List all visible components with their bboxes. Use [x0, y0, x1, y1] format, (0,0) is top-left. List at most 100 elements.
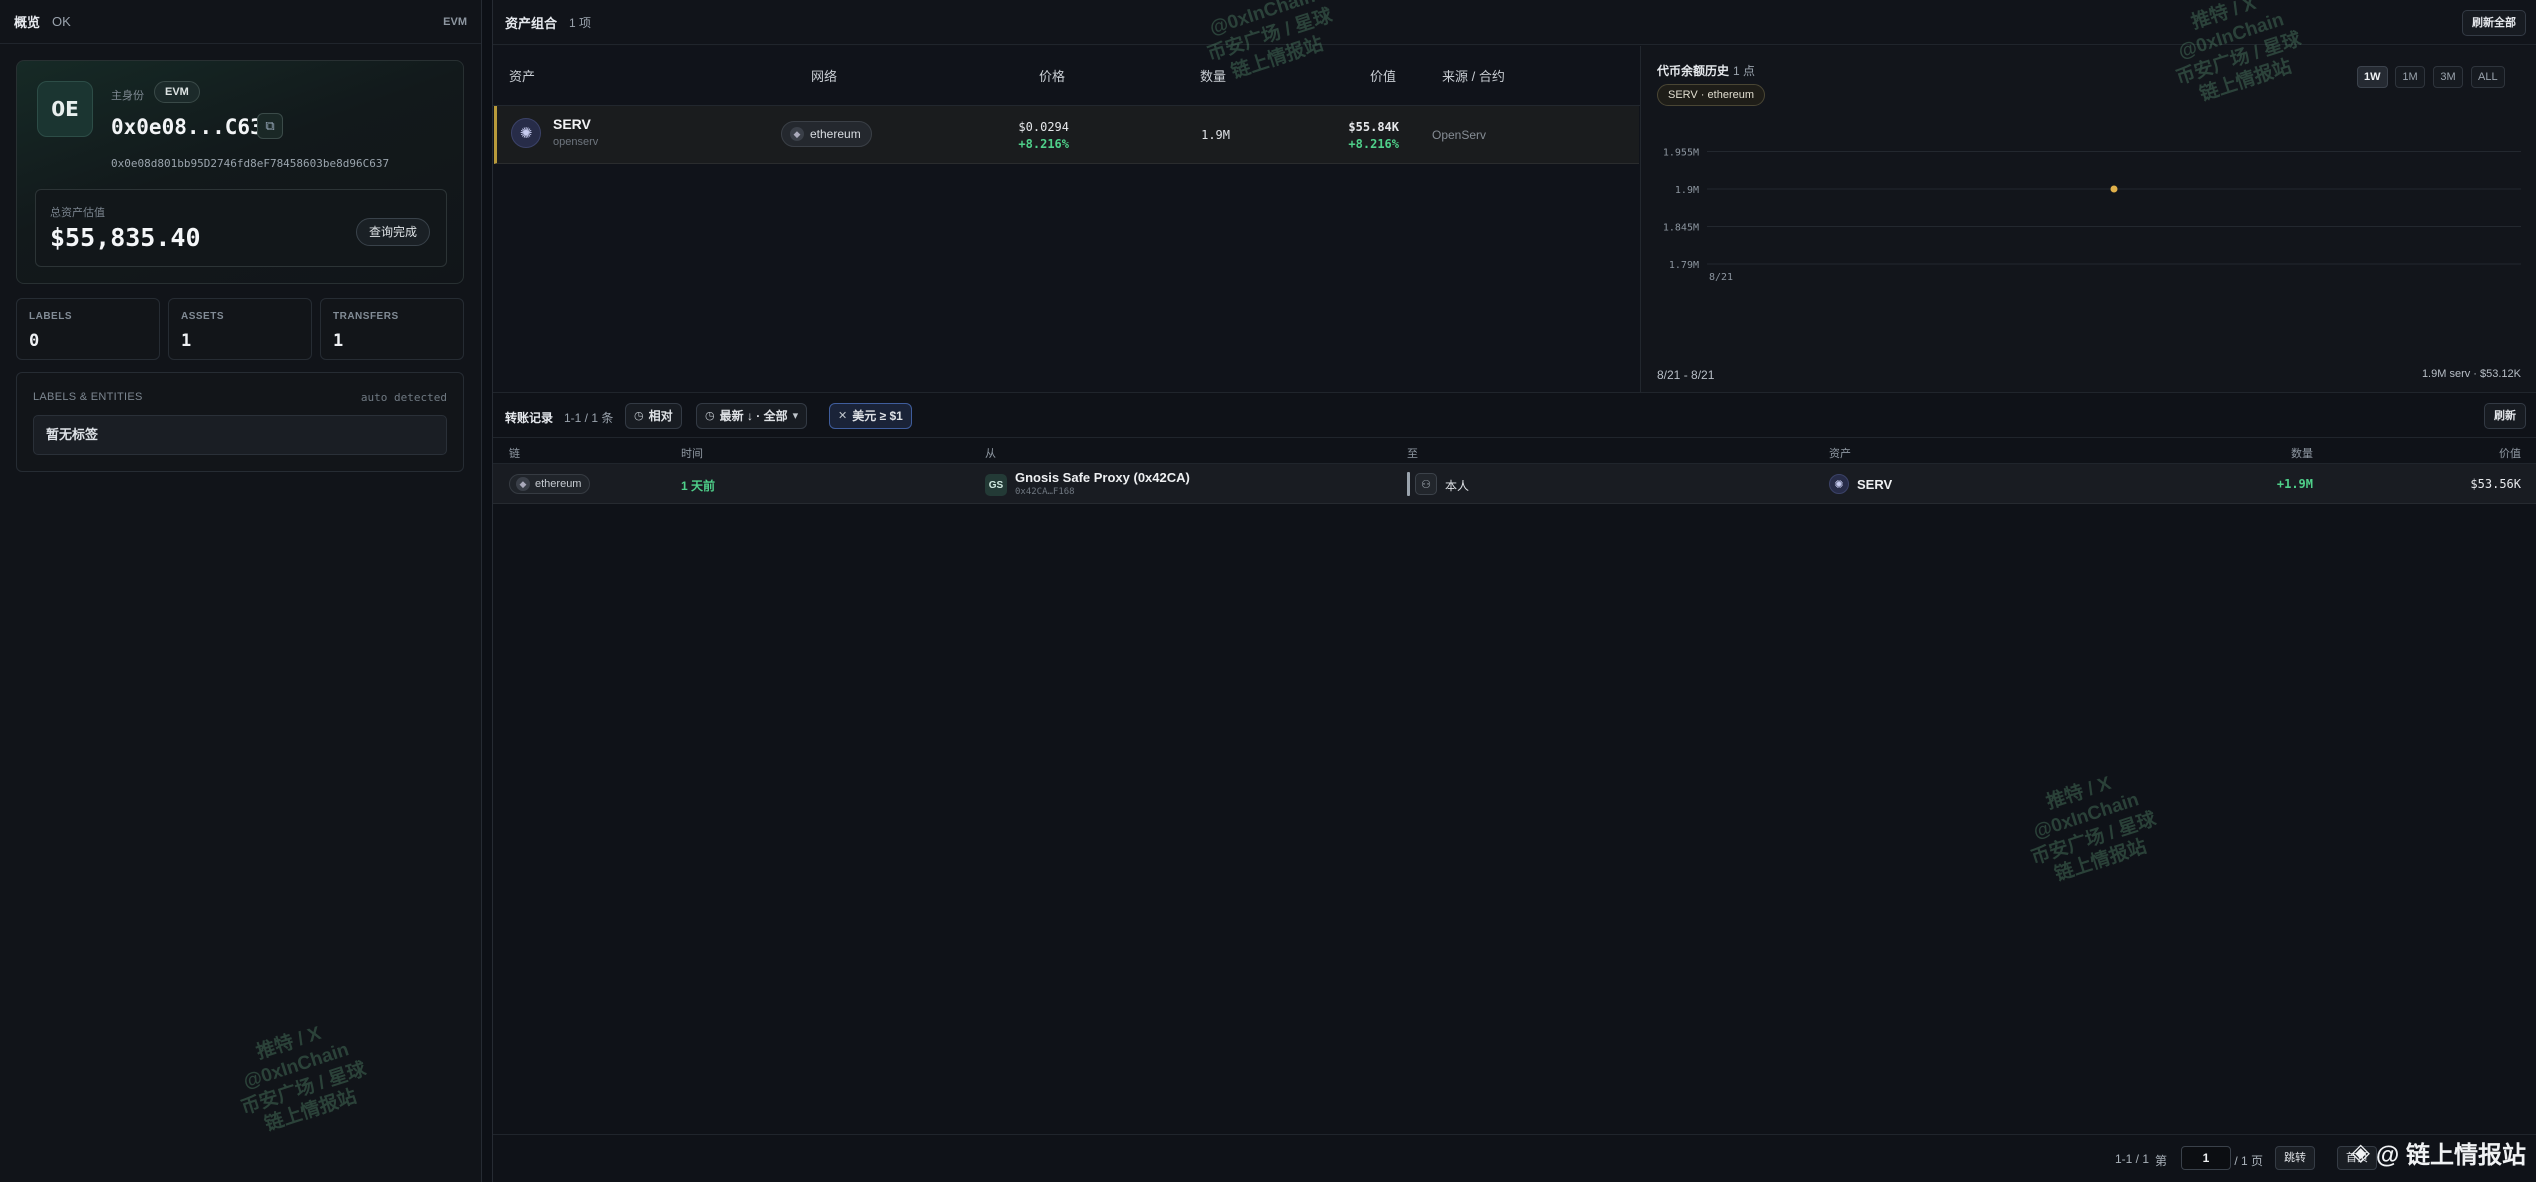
- col-qty[interactable]: 数量: [1200, 66, 1226, 85]
- refresh-all-button[interactable]: 刷新全部: [2462, 10, 2526, 36]
- gnosis-safe-icon: GS: [985, 474, 1007, 496]
- asset-source: OpenServ: [1432, 128, 1487, 142]
- col-to[interactable]: 至: [1407, 445, 1418, 461]
- transfers-title: 转账记录: [505, 411, 554, 425]
- asset-row[interactable]: ✺ SERV openserv ◆ ethereum $0.0294 +8.216…: [494, 106, 1639, 164]
- asset-table-header: 资产 网络 价格 数量 价值 来源 / 合约: [493, 46, 1640, 106]
- relative-time-chip[interactable]: ◷ 相对: [625, 403, 682, 429]
- stat-value: 0: [29, 331, 40, 351]
- transfers-table-header: 链 时间 从 至 资产 数量 价值: [493, 438, 2536, 464]
- asset-subname: openserv: [553, 136, 599, 148]
- col-from[interactable]: 从: [985, 445, 996, 461]
- stat-label: TRANSFERS: [333, 311, 399, 322]
- full-address: 0x0e08d801bb95D2746fd8eF78458603be8d96C6…: [111, 157, 390, 170]
- stat-value: 1: [181, 331, 192, 351]
- total-value-label: 总资产估值: [50, 207, 105, 219]
- avatar: 0E: [37, 81, 93, 137]
- transfers-panel: 转账记录 1-1 / 1 条 ◷ 相对 ◷ 最新 ↓ · 全部 ▾ ✕ 美元 ≥ $1 …: [492, 392, 2536, 1182]
- stat-label: LABELS: [29, 311, 72, 322]
- portfolio-count: 1 项: [569, 15, 592, 30]
- serv-token-icon: ✺: [511, 118, 541, 148]
- transfers-count: 1-1 / 1 条: [564, 411, 614, 425]
- transfer-value: $53.56K: [2470, 477, 2521, 491]
- asset-value-change: +8.216%: [1348, 137, 1399, 151]
- data-point[interactable]: [2110, 185, 2118, 193]
- short-address: 0x0e08...C637: [111, 115, 276, 139]
- col-time[interactable]: 时间: [681, 445, 703, 461]
- col-source[interactable]: 来源 / 合约: [1442, 66, 1505, 85]
- asset-price: $0.0294: [1018, 120, 1069, 134]
- chip-label: 相对: [648, 409, 673, 423]
- stat-labels: LABELS 0: [16, 298, 160, 360]
- brand-logo: ◈ @ 链上情报站: [2351, 1135, 2526, 1170]
- ethereum-icon: ◆: [516, 477, 530, 491]
- asset-quantity: 1.9M: [1201, 128, 1230, 142]
- chain-name: ethereum: [535, 478, 582, 490]
- col-network[interactable]: 网络: [811, 66, 837, 85]
- overview-status: OK: [52, 14, 71, 29]
- range-1m[interactable]: 1M: [2395, 66, 2425, 88]
- usd-filter-chip[interactable]: ✕ 美元 ≥ $1: [829, 403, 912, 429]
- portfolio-panel: 资产组合 1 项 刷新全部 资产 网络 价格 数量 价值 来源 / 合约 ✺ S…: [492, 0, 2536, 392]
- chip-label: 最新 ↓ · 全部: [719, 409, 788, 423]
- refresh-button[interactable]: 刷新: [2484, 403, 2526, 429]
- empty-labels: 暂无标签: [33, 415, 447, 455]
- y-tick-label: 1.955M: [1663, 148, 1699, 159]
- clock-icon: ◷: [634, 410, 644, 422]
- from-entity[interactable]: Gnosis Safe Proxy (0x42CA): [1015, 470, 1190, 485]
- pager-total: / 1 页: [2234, 1154, 2263, 1168]
- x-tick-label: 8/21: [1709, 272, 1733, 283]
- page-input[interactable]: 1: [2181, 1146, 2231, 1170]
- asset-table: 资产 网络 价格 数量 价值 来源 / 合约 ✺ SERV openserv ◆…: [493, 46, 1640, 392]
- labels-entities-card: LABELS & ENTITIES auto detected 暂无标签: [16, 372, 464, 472]
- sort-chip[interactable]: ◷ 最新 ↓ · 全部 ▾: [696, 403, 808, 429]
- history-date-range: 8/21 - 8/21: [1657, 368, 1715, 382]
- chevron-down-icon: ▾: [792, 410, 799, 422]
- stat-value: 1: [333, 331, 344, 351]
- to-entity: 本人: [1445, 479, 1470, 493]
- query-done-button[interactable]: 查询完成: [355, 218, 430, 246]
- range-1w[interactable]: 1W: [2357, 66, 2388, 88]
- col-value[interactable]: 价值: [2499, 445, 2521, 461]
- to-marker: [1407, 472, 1410, 496]
- role-label: 主身份: [111, 90, 144, 102]
- transfer-row[interactable]: ◆ ethereum 1 天前 GS Gnosis Safe Proxy (0x4…: [493, 464, 2536, 504]
- app-root: 概览 OK EVM 0E 主身份 EVM 0x0e08...C637 ⧉ 0x0…: [0, 0, 2536, 1182]
- chain-pill: ◆ ethereum: [509, 474, 591, 494]
- transfer-time: 1 天前: [681, 479, 716, 493]
- col-asset[interactable]: 资产: [1829, 445, 1851, 461]
- stat-transfers: TRANSFERS 1: [320, 298, 464, 360]
- col-qty[interactable]: 数量: [2291, 445, 2313, 461]
- col-asset[interactable]: 资产: [509, 66, 535, 85]
- close-icon[interactable]: ✕: [838, 404, 847, 428]
- col-value[interactable]: 价值: [1370, 66, 1396, 85]
- labels-card-note: auto detected: [360, 391, 447, 404]
- transfer-asset: SERV: [1857, 477, 1893, 492]
- portfolio-header: 资产组合 1 项: [493, 0, 2536, 45]
- copy-icon[interactable]: ⧉: [257, 113, 283, 139]
- pager-summary: 1-1 / 1: [2114, 1152, 2149, 1166]
- brand-text: @ 链上情报站: [2375, 1142, 2526, 1169]
- network-name: ethereum: [810, 127, 861, 141]
- asset-value: $55.84K: [1348, 120, 1399, 134]
- pager-page-label: 第: [2154, 1154, 2167, 1168]
- col-price[interactable]: 价格: [1039, 66, 1065, 85]
- stat-assets: ASSETS 1: [168, 298, 312, 360]
- asset-price-change: +8.216%: [1018, 137, 1069, 151]
- network-pill[interactable]: ◆ ethereum: [781, 121, 872, 147]
- identity-card: 0E 主身份 EVM 0x0e08...C637 ⧉ 0x0e08d801bb9…: [16, 60, 464, 284]
- stat-label: ASSETS: [181, 311, 225, 322]
- overview-header: 概览 OK EVM: [0, 0, 481, 44]
- range-all[interactable]: ALL: [2471, 66, 2505, 88]
- total-value-box: 总资产估值 $55,835.40 查询完成: [35, 189, 447, 267]
- overview-title: 概览: [14, 15, 41, 30]
- evm-badge: EVM: [154, 81, 200, 103]
- serv-token-icon: ✺: [1829, 474, 1849, 494]
- asset-symbol: SERV: [553, 116, 591, 132]
- history-count: 1 点: [1733, 64, 1756, 78]
- range-3m[interactable]: 3M: [2433, 66, 2463, 88]
- y-tick-label: 1.845M: [1663, 223, 1699, 234]
- transfer-quantity: +1.9M: [2276, 477, 2313, 491]
- jump-button[interactable]: 跳转: [2275, 1146, 2315, 1170]
- col-chain[interactable]: 链: [509, 445, 520, 461]
